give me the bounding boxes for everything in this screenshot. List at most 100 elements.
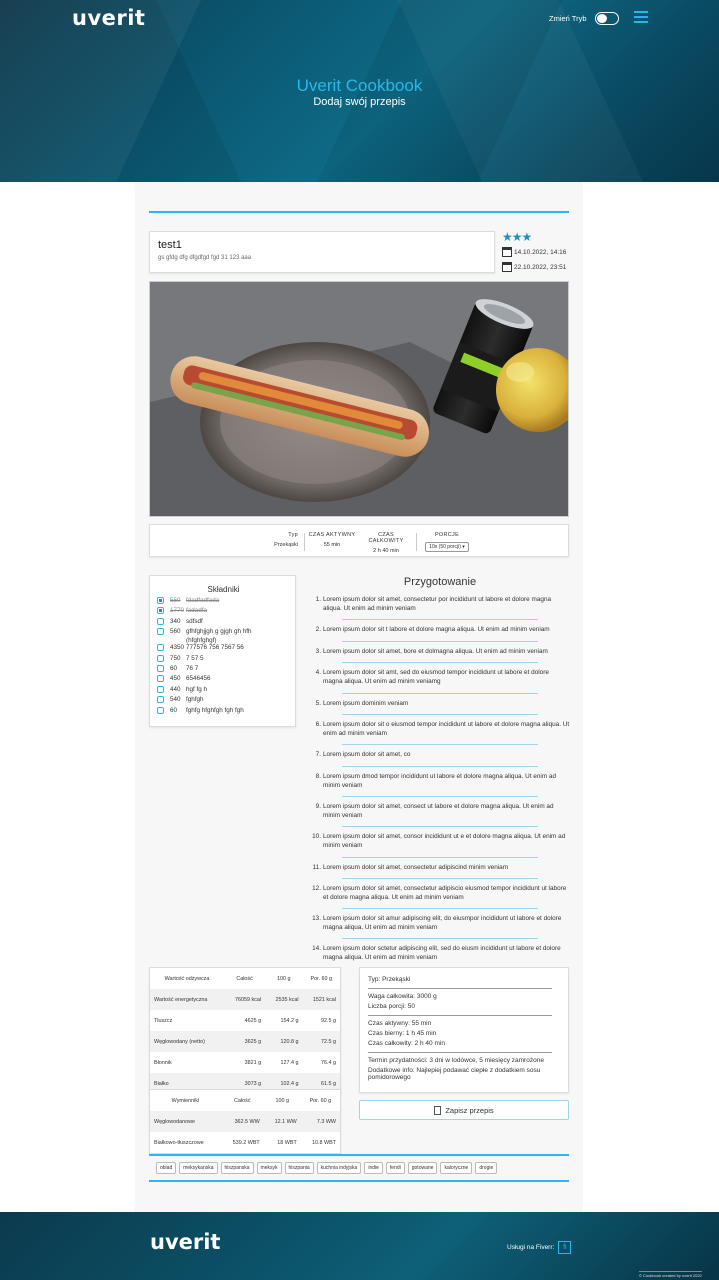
divider	[149, 211, 569, 213]
preparation-step: 8. Lorem ipsum dmod tempor incididunt ut …	[310, 773, 570, 790]
total-time-info: CZAS CAŁKOWITY 2 h 40 min	[360, 532, 412, 554]
step-divider	[342, 714, 538, 716]
ingredient-checkbox[interactable]	[157, 628, 164, 636]
ingredient-row[interactable]: 60 fghfg hfghfgh fgh fgh	[157, 706, 278, 716]
step-number: 7.	[315, 751, 321, 759]
separator	[304, 533, 305, 551]
ingredient-row[interactable]: 550 fdadfadfada	[157, 596, 278, 606]
tag[interactable]: kuchnia indyjska	[316, 1162, 362, 1174]
ingredient-row[interactable]: 450 6546456	[157, 674, 278, 684]
step-divider	[342, 826, 538, 828]
ingredient-row[interactable]: 340 sdfsdf	[157, 617, 278, 627]
total-time-value: 2 h 40 min	[373, 548, 399, 554]
step-text: Lorem ipsum dolor sit amet, consectetur …	[323, 596, 552, 612]
table-header-row: Wymienniki Całość 100 g Por. 60 g	[150, 1090, 340, 1111]
logo[interactable]: uverit	[72, 6, 145, 30]
ingredient-name: 6546456	[186, 675, 211, 683]
page: uverit Zmień Tryb Uverit Cookbook Dodaj …	[0, 0, 719, 1280]
tag[interactable]: fendi	[385, 1162, 405, 1174]
step-number: 2.	[315, 626, 321, 634]
ingredient-checkbox[interactable]	[157, 706, 164, 714]
step-number: 10.	[312, 833, 321, 841]
ingredient-checkbox[interactable]	[157, 664, 164, 672]
ingredient-row[interactable]: 560 gfhfghjjgh g gjgh gh hfh (hfghfghgf)	[157, 627, 278, 644]
save-recipe-button[interactable]: Zapisz przepis	[359, 1100, 569, 1120]
updated-date-text: 22.10.2022, 23:51	[514, 263, 567, 271]
step-number: 13.	[312, 915, 321, 923]
tag[interactable]: drogie	[475, 1162, 498, 1174]
document-icon	[434, 1105, 442, 1115]
tag[interactable]: obiad	[156, 1162, 177, 1174]
step-text: Lorem ipsum dolor sit amet, consectetur …	[323, 885, 567, 901]
table-header-cell: Wymienniki	[171, 1097, 200, 1104]
detail-active: Czas aktywny: 55 min	[368, 1020, 432, 1027]
ingredient-checkbox[interactable]	[157, 597, 164, 604]
preparation-step: 13. Lorem ipsum dolor sit amur adipiscing…	[310, 915, 570, 932]
divider	[368, 988, 552, 989]
preparation-step: 4. Lorem ipsum dolor sit amt, sed do eius…	[310, 669, 570, 686]
detail-extra-info: Dodatkowe info: Najlepiej podawać ciepłe…	[368, 1067, 541, 1081]
tag[interactable]: gotowane	[407, 1162, 438, 1174]
portions-info: PORCJE 10x (50 porcji) ▾	[420, 532, 474, 552]
tag[interactable]: meksyk	[256, 1162, 282, 1174]
ingredient-row[interactable]: 4350 777576 756 7567 56	[157, 643, 278, 653]
page-subtitle: Dodaj swój przepis	[313, 96, 406, 108]
mode-label: Zmień Tryb	[549, 14, 587, 23]
ingredient-checkbox[interactable]	[157, 685, 164, 693]
step-text: Lorem ipsum dolor sit amet, co	[323, 751, 411, 759]
tag[interactable]: indie	[364, 1162, 383, 1174]
ingredient-checkbox[interactable]	[157, 696, 164, 704]
hamburger-menu-icon[interactable]	[634, 11, 648, 23]
ingredient-qty: 550	[170, 597, 181, 604]
fiverr-link[interactable]: Usługi na Fiverr: fi	[507, 1241, 572, 1254]
ingredient-name: 76 7	[186, 664, 199, 672]
preparation-step: 7. Lorem ipsum dolor sit amet, co	[310, 751, 570, 760]
table-cell: Tłuszcz	[154, 1017, 173, 1024]
ingredient-qty: 540	[170, 696, 181, 704]
fiverr-icon[interactable]: fi	[558, 1241, 572, 1254]
ingredient-checkbox[interactable]	[157, 675, 164, 683]
step-divider	[342, 744, 538, 746]
ingredient-checkbox[interactable]	[157, 654, 164, 662]
tag[interactable]: hiszpanska	[220, 1162, 254, 1174]
step-number: 11.	[312, 863, 321, 871]
ingredient-checkbox[interactable]	[157, 644, 164, 652]
tag[interactable]: hiszpania	[284, 1162, 314, 1174]
step-text: Lorem ipsum dmod tempor incididunt ut la…	[323, 772, 557, 789]
ingredient-checkbox[interactable]	[157, 617, 164, 625]
total-time-label: CZAS CAŁKOWITY	[368, 532, 404, 544]
step-text: Lorem ipsum dolor sit amet, consor incid…	[323, 833, 566, 849]
ingredient-row[interactable]: 1770 fadadfa	[157, 606, 278, 616]
table-row: Tłuszcz 4625 g 154.2 g 92.5 g	[150, 1010, 340, 1031]
footer-logo[interactable]: uverit	[150, 1230, 220, 1254]
table-cell: 18 WBT	[277, 1139, 297, 1146]
ingredient-row[interactable]: 540 fghfgh	[157, 695, 278, 705]
preparation-step: 12. Lorem ipsum dolor sit amet, consectet…	[310, 885, 570, 902]
table-cell: Węglowodany (netto)	[150, 1031, 225, 1052]
step-text: Lorem ipsum dolor sit t labore et dolore…	[323, 626, 550, 634]
table-cell: 539.2 WBT	[232, 1139, 260, 1146]
detail-portions: Liczba porcji: 50	[368, 1003, 415, 1010]
step-divider	[342, 908, 538, 910]
step-divider	[342, 640, 538, 642]
ingredient-row[interactable]: 750 7 57 5	[157, 654, 278, 664]
portions-label: PORCJE	[434, 532, 460, 538]
step-number: 12.	[312, 885, 321, 893]
table-row: Wartość energetyczna 76059 kcal 2535 kcal 1…	[150, 989, 340, 1010]
tag[interactable]: kaloryczne	[440, 1162, 473, 1174]
step-number: 1.	[315, 596, 321, 603]
ingredient-qty: 1770	[170, 607, 185, 615]
rating-stars[interactable]: ★★★	[502, 230, 532, 244]
portions-select[interactable]: 10x (50 porcji) ▾	[425, 542, 469, 552]
tag[interactable]: meksykanska	[179, 1162, 218, 1174]
ingredient-checkbox[interactable]	[157, 607, 164, 615]
divider	[368, 1015, 552, 1016]
step-divider	[342, 692, 538, 694]
ingredient-row[interactable]: 440 hgf fg h	[157, 685, 278, 695]
calendar-icon	[502, 247, 512, 257]
ingredient-row[interactable]: 60 76 7	[157, 664, 278, 674]
theme-toggle[interactable]	[595, 12, 619, 25]
step-text: Lorem ipsum dolor sit amt, sed do eiusmo…	[323, 669, 549, 685]
preparation-step: 10. Lorem ipsum dolor sit amet, consor in…	[310, 833, 570, 850]
table-cell: Błonnik	[154, 1059, 172, 1066]
